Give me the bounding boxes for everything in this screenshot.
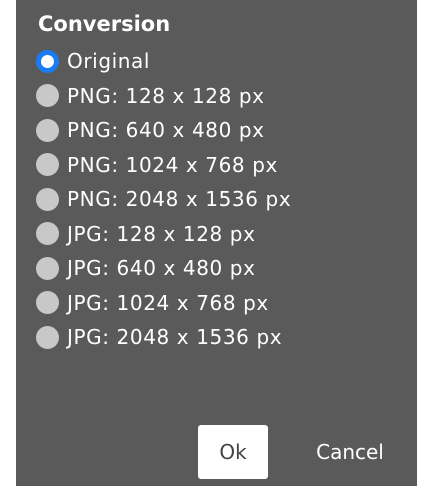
- radio-button[interactable]: [36, 84, 59, 108]
- cancel-button[interactable]: Cancel: [298, 425, 402, 479]
- radio-button-selected[interactable]: [36, 49, 59, 73]
- option-label: JPG: 2048 x 1536 px: [67, 325, 283, 350]
- radio-button[interactable]: [36, 256, 59, 280]
- radio-button[interactable]: [36, 187, 59, 211]
- option-original[interactable]: Original: [36, 44, 291, 79]
- radio-button[interactable]: [36, 291, 59, 315]
- option-png-2048[interactable]: PNG: 2048 x 1536 px: [36, 182, 291, 217]
- radio-button[interactable]: [36, 222, 59, 246]
- radio-button[interactable]: [36, 153, 59, 177]
- option-label: PNG: 640 x 480 px: [67, 118, 265, 143]
- option-label: Original: [67, 49, 151, 74]
- ok-button[interactable]: Ok: [198, 425, 268, 479]
- option-png-1024[interactable]: PNG: 1024 x 768 px: [36, 148, 291, 183]
- option-label: PNG: 1024 x 768 px: [67, 152, 278, 177]
- radio-button[interactable]: [36, 118, 59, 142]
- conversion-options: Original PNG: 128 x 128 px PNG: 640 x 48…: [36, 44, 291, 355]
- option-jpg-2048[interactable]: JPG: 2048 x 1536 px: [36, 320, 291, 355]
- option-jpg-640[interactable]: JPG: 640 x 480 px: [36, 251, 291, 286]
- option-png-640[interactable]: PNG: 640 x 480 px: [36, 113, 291, 148]
- option-label: JPG: 640 x 480 px: [67, 256, 256, 281]
- option-label: JPG: 1024 x 768 px: [67, 290, 269, 315]
- option-label: PNG: 2048 x 1536 px: [67, 187, 292, 212]
- option-jpg-1024[interactable]: JPG: 1024 x 768 px: [36, 286, 291, 321]
- option-png-128[interactable]: PNG: 128 x 128 px: [36, 79, 291, 114]
- option-label: PNG: 128 x 128 px: [67, 83, 265, 108]
- radio-button[interactable]: [36, 325, 59, 349]
- option-jpg-128[interactable]: JPG: 128 x 128 px: [36, 217, 291, 252]
- conversion-dialog: Conversion Original PNG: 128 x 128 px PN…: [16, 0, 417, 486]
- option-label: JPG: 128 x 128 px: [67, 221, 256, 246]
- dialog-title: Conversion: [38, 12, 171, 36]
